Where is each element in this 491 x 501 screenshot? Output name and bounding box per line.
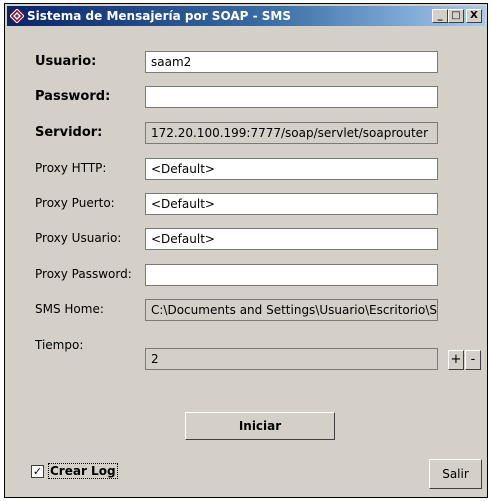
servidor-label: Servidor:: [35, 125, 103, 140]
proxy-http-input[interactable]: <Default>: [145, 158, 438, 180]
app-diamond-icon: [10, 9, 24, 23]
window-title: Sistema de Mensajería por SOAP - SMS: [27, 9, 291, 23]
sms-home-field[interactable]: C:\Documents and Settings\Usuario\Escrit…: [145, 299, 438, 321]
servidor-field[interactable]: 172.20.100.199:7777/soap/servlet/soaprou…: [145, 122, 438, 144]
usuario-label: Usuario:: [35, 54, 97, 69]
title-bar[interactable]: Sistema de Mensajería por SOAP - SMS _ □…: [7, 6, 485, 26]
tiempo-field[interactable]: 2: [145, 348, 438, 370]
app-window: Sistema de Mensajería por SOAP - SMS _ □…: [4, 3, 488, 498]
proxy-http-label: Proxy HTTP:: [35, 161, 107, 175]
password-label: Password:: [35, 89, 111, 104]
usuario-input[interactable]: saam2: [145, 51, 438, 73]
tiempo-minus-button[interactable]: -: [465, 350, 481, 370]
minimize-button[interactable]: _: [432, 9, 448, 23]
tiempo-plus-button[interactable]: +: [448, 350, 464, 370]
proxy-password-input[interactable]: [145, 264, 438, 286]
proxy-puerto-input[interactable]: <Default>: [145, 193, 438, 215]
password-input[interactable]: [145, 86, 438, 108]
proxy-puerto-label: Proxy Puerto:: [35, 196, 115, 210]
close-button[interactable]: X: [466, 9, 482, 23]
crear-log-label[interactable]: Crear Log: [48, 463, 118, 479]
iniciar-button[interactable]: Iniciar: [185, 412, 335, 440]
proxy-usuario-label: Proxy Usuario:: [35, 231, 122, 245]
maximize-button[interactable]: □: [448, 9, 464, 23]
tiempo-label: Tiempo:: [35, 338, 84, 352]
salir-button[interactable]: Salir: [429, 459, 482, 489]
proxy-usuario-input[interactable]: <Default>: [145, 228, 438, 250]
crear-log-checkbox[interactable]: ✓: [31, 465, 44, 478]
sms-home-label: SMS Home:: [35, 302, 104, 316]
proxy-password-label: Proxy Password:: [35, 267, 132, 281]
